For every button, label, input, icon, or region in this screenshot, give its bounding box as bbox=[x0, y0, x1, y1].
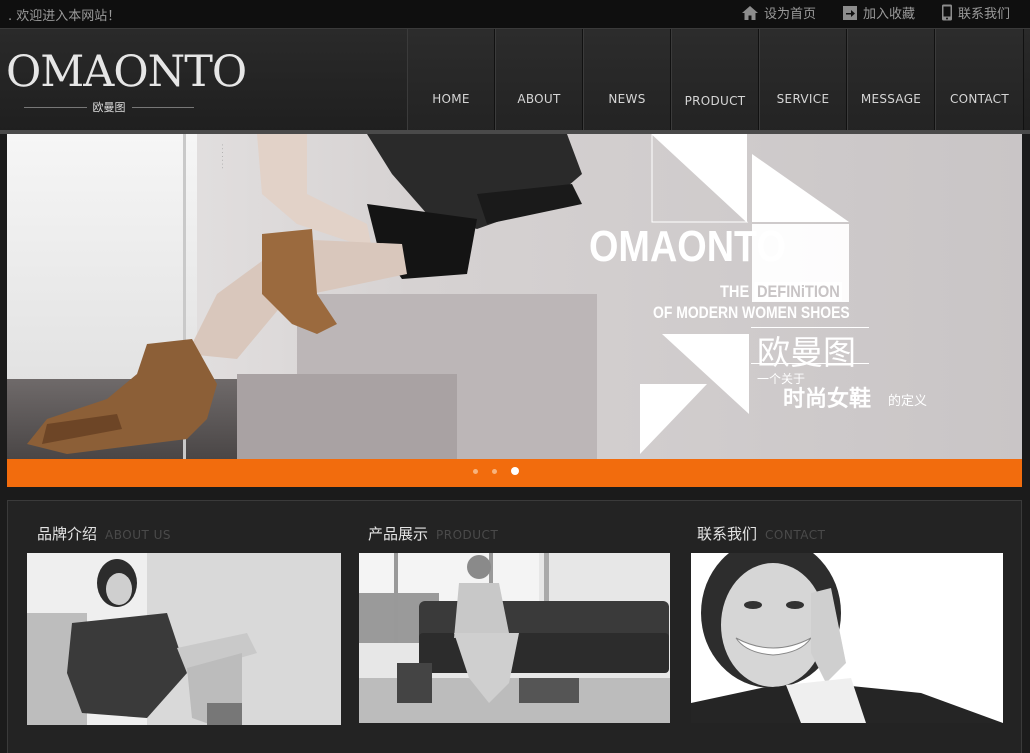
product-photo-image bbox=[359, 553, 670, 723]
add-bookmark-link[interactable]: 加入收藏 bbox=[842, 3, 915, 22]
about-title-cn[interactable]: 品牌介绍 bbox=[37, 523, 97, 544]
contact-photo-image bbox=[691, 553, 1003, 723]
contact-photo[interactable] bbox=[691, 553, 1003, 723]
content-panel: 品牌介绍 ABOUT US 产品展示 PRODUCT 联系我们 CONTACT bbox=[7, 500, 1022, 753]
about-section: 品牌介绍 ABOUT US bbox=[27, 523, 341, 725]
set-homepage-link[interactable]: 设为首页 bbox=[741, 3, 816, 22]
contact-section: 联系我们 CONTACT bbox=[691, 523, 1003, 723]
top-bar: . 欢迎进入本网站！ 设为首页 加入收藏 联系我们 bbox=[0, 0, 1030, 28]
slide-dot-2[interactable] bbox=[492, 468, 497, 474]
banner-cn-name: 欧曼图 bbox=[757, 333, 856, 372]
site-logo[interactable]: OMAONTO 欧曼图 bbox=[6, 47, 247, 117]
banner-definition: DEFINiTION bbox=[754, 282, 843, 301]
header: OMAONTO 欧曼图 HOME ABOUT NEWS PRODUCT SERV… bbox=[0, 28, 1030, 133]
about-photo-image bbox=[27, 553, 341, 725]
banner-rule-bottom bbox=[751, 363, 869, 364]
banner-tagline-2: OF MODERN WOMEN SHOES bbox=[653, 303, 850, 322]
about-title: 品牌介绍 ABOUT US bbox=[27, 523, 341, 553]
home-icon bbox=[741, 5, 758, 20]
product-section: 产品展示 PRODUCT bbox=[359, 523, 670, 723]
nav-news[interactable]: NEWS bbox=[583, 29, 671, 133]
slider-dots bbox=[473, 467, 519, 475]
product-title: 产品展示 PRODUCT bbox=[359, 523, 670, 553]
contact-us-link[interactable]: 联系我们 bbox=[941, 3, 1010, 22]
banner-cn-def: 的定义 bbox=[888, 394, 928, 409]
banner-cn-big: 时尚女鞋 bbox=[783, 387, 872, 412]
add-bookmark-label: 加入收藏 bbox=[862, 7, 915, 22]
nav-home[interactable]: HOME bbox=[407, 29, 495, 133]
nav-product[interactable]: PRODUCT bbox=[671, 29, 759, 133]
banner-tagline-1: THE DEFINiTION bbox=[720, 282, 843, 302]
logo-subtitle: 欧曼图 bbox=[18, 101, 200, 114]
nav-about[interactable]: ABOUT bbox=[495, 29, 583, 133]
product-title-en: PRODUCT bbox=[436, 528, 499, 542]
set-homepage-label: 设为首页 bbox=[763, 7, 816, 22]
nav-contact[interactable]: CONTACT bbox=[935, 29, 1024, 133]
nav-service[interactable]: SERVICE bbox=[759, 29, 847, 133]
banner-brand: OMAONTO bbox=[589, 222, 786, 271]
slider-pagination-bar bbox=[7, 459, 1022, 487]
bookmark-icon bbox=[842, 5, 857, 20]
banner-the: THE bbox=[720, 282, 750, 301]
welcome-text: . 欢迎进入本网站！ bbox=[8, 9, 121, 24]
contact-title: 联系我们 CONTACT bbox=[691, 523, 1003, 553]
product-photo[interactable] bbox=[359, 553, 670, 723]
slide-dot-3[interactable] bbox=[511, 467, 519, 475]
product-title-cn[interactable]: 产品展示 bbox=[368, 523, 428, 544]
nav-message[interactable]: MESSAGE bbox=[847, 29, 935, 133]
about-title-en: ABOUT US bbox=[105, 528, 172, 542]
slide-dot-1[interactable] bbox=[473, 468, 478, 474]
phone-icon bbox=[941, 4, 952, 21]
logo-wordmark: OMAONTO bbox=[6, 47, 247, 97]
top-links: 设为首页 加入收藏 联系我们 bbox=[741, 3, 1010, 22]
about-photo[interactable] bbox=[27, 553, 341, 725]
contact-title-en: CONTACT bbox=[765, 528, 826, 542]
hero-banner[interactable]: · · · · · · · OMAONTO THE DEFINiTION OF M… bbox=[7, 134, 1022, 459]
contact-title-cn[interactable]: 联系我们 bbox=[697, 523, 757, 544]
contact-us-label: 联系我们 bbox=[957, 7, 1010, 22]
main-nav: HOME ABOUT NEWS PRODUCT SERVICE MESSAGE … bbox=[407, 29, 1024, 133]
